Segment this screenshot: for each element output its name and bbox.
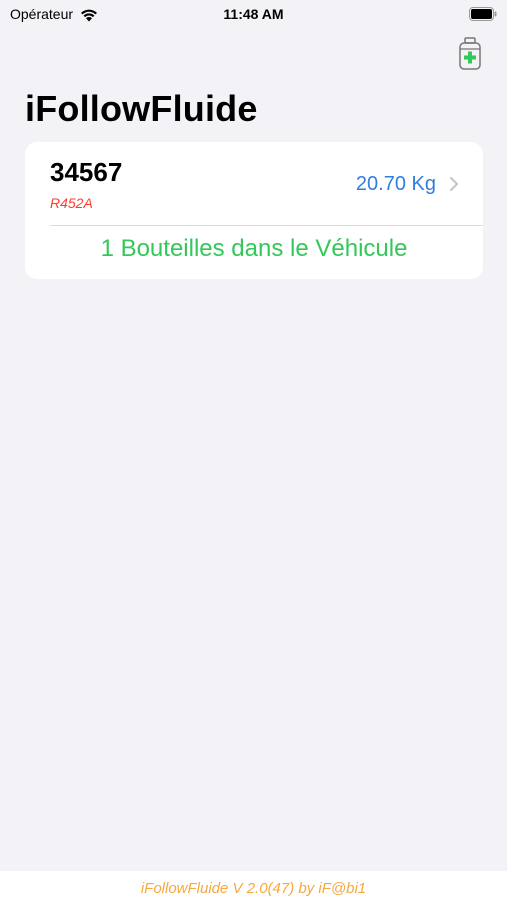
bottle-weight: 20.70 Kg (355, 173, 436, 195)
status-bar: Opérateur 11:48 AM (0, 0, 507, 30)
chevron-right-icon (450, 177, 458, 191)
bottle-id: 34567 (50, 157, 123, 187)
row-separator (50, 225, 483, 226)
add-bottle-icon[interactable] (457, 37, 483, 71)
bottle-count-summary: 1 Bouteilles dans le Véhicule (100, 235, 408, 262)
page-title: iFollowFluide (25, 88, 258, 129)
version-label: iFollowFluide V 2.0(47) by iF@bi1 (140, 880, 367, 897)
bottles-card: 34567 R452A 20.70 Kg 1 Bouteilles dans l… (25, 142, 483, 279)
bottle-row[interactable]: 34567 R452A 20.70 Kg (25, 142, 483, 225)
battery-full-icon (469, 7, 497, 21)
fluid-type: R452A (50, 195, 93, 211)
clock: 11:48 AM (223, 6, 284, 22)
footer: iFollowFluide V 2.0(47) by iF@bi1 (0, 871, 507, 900)
